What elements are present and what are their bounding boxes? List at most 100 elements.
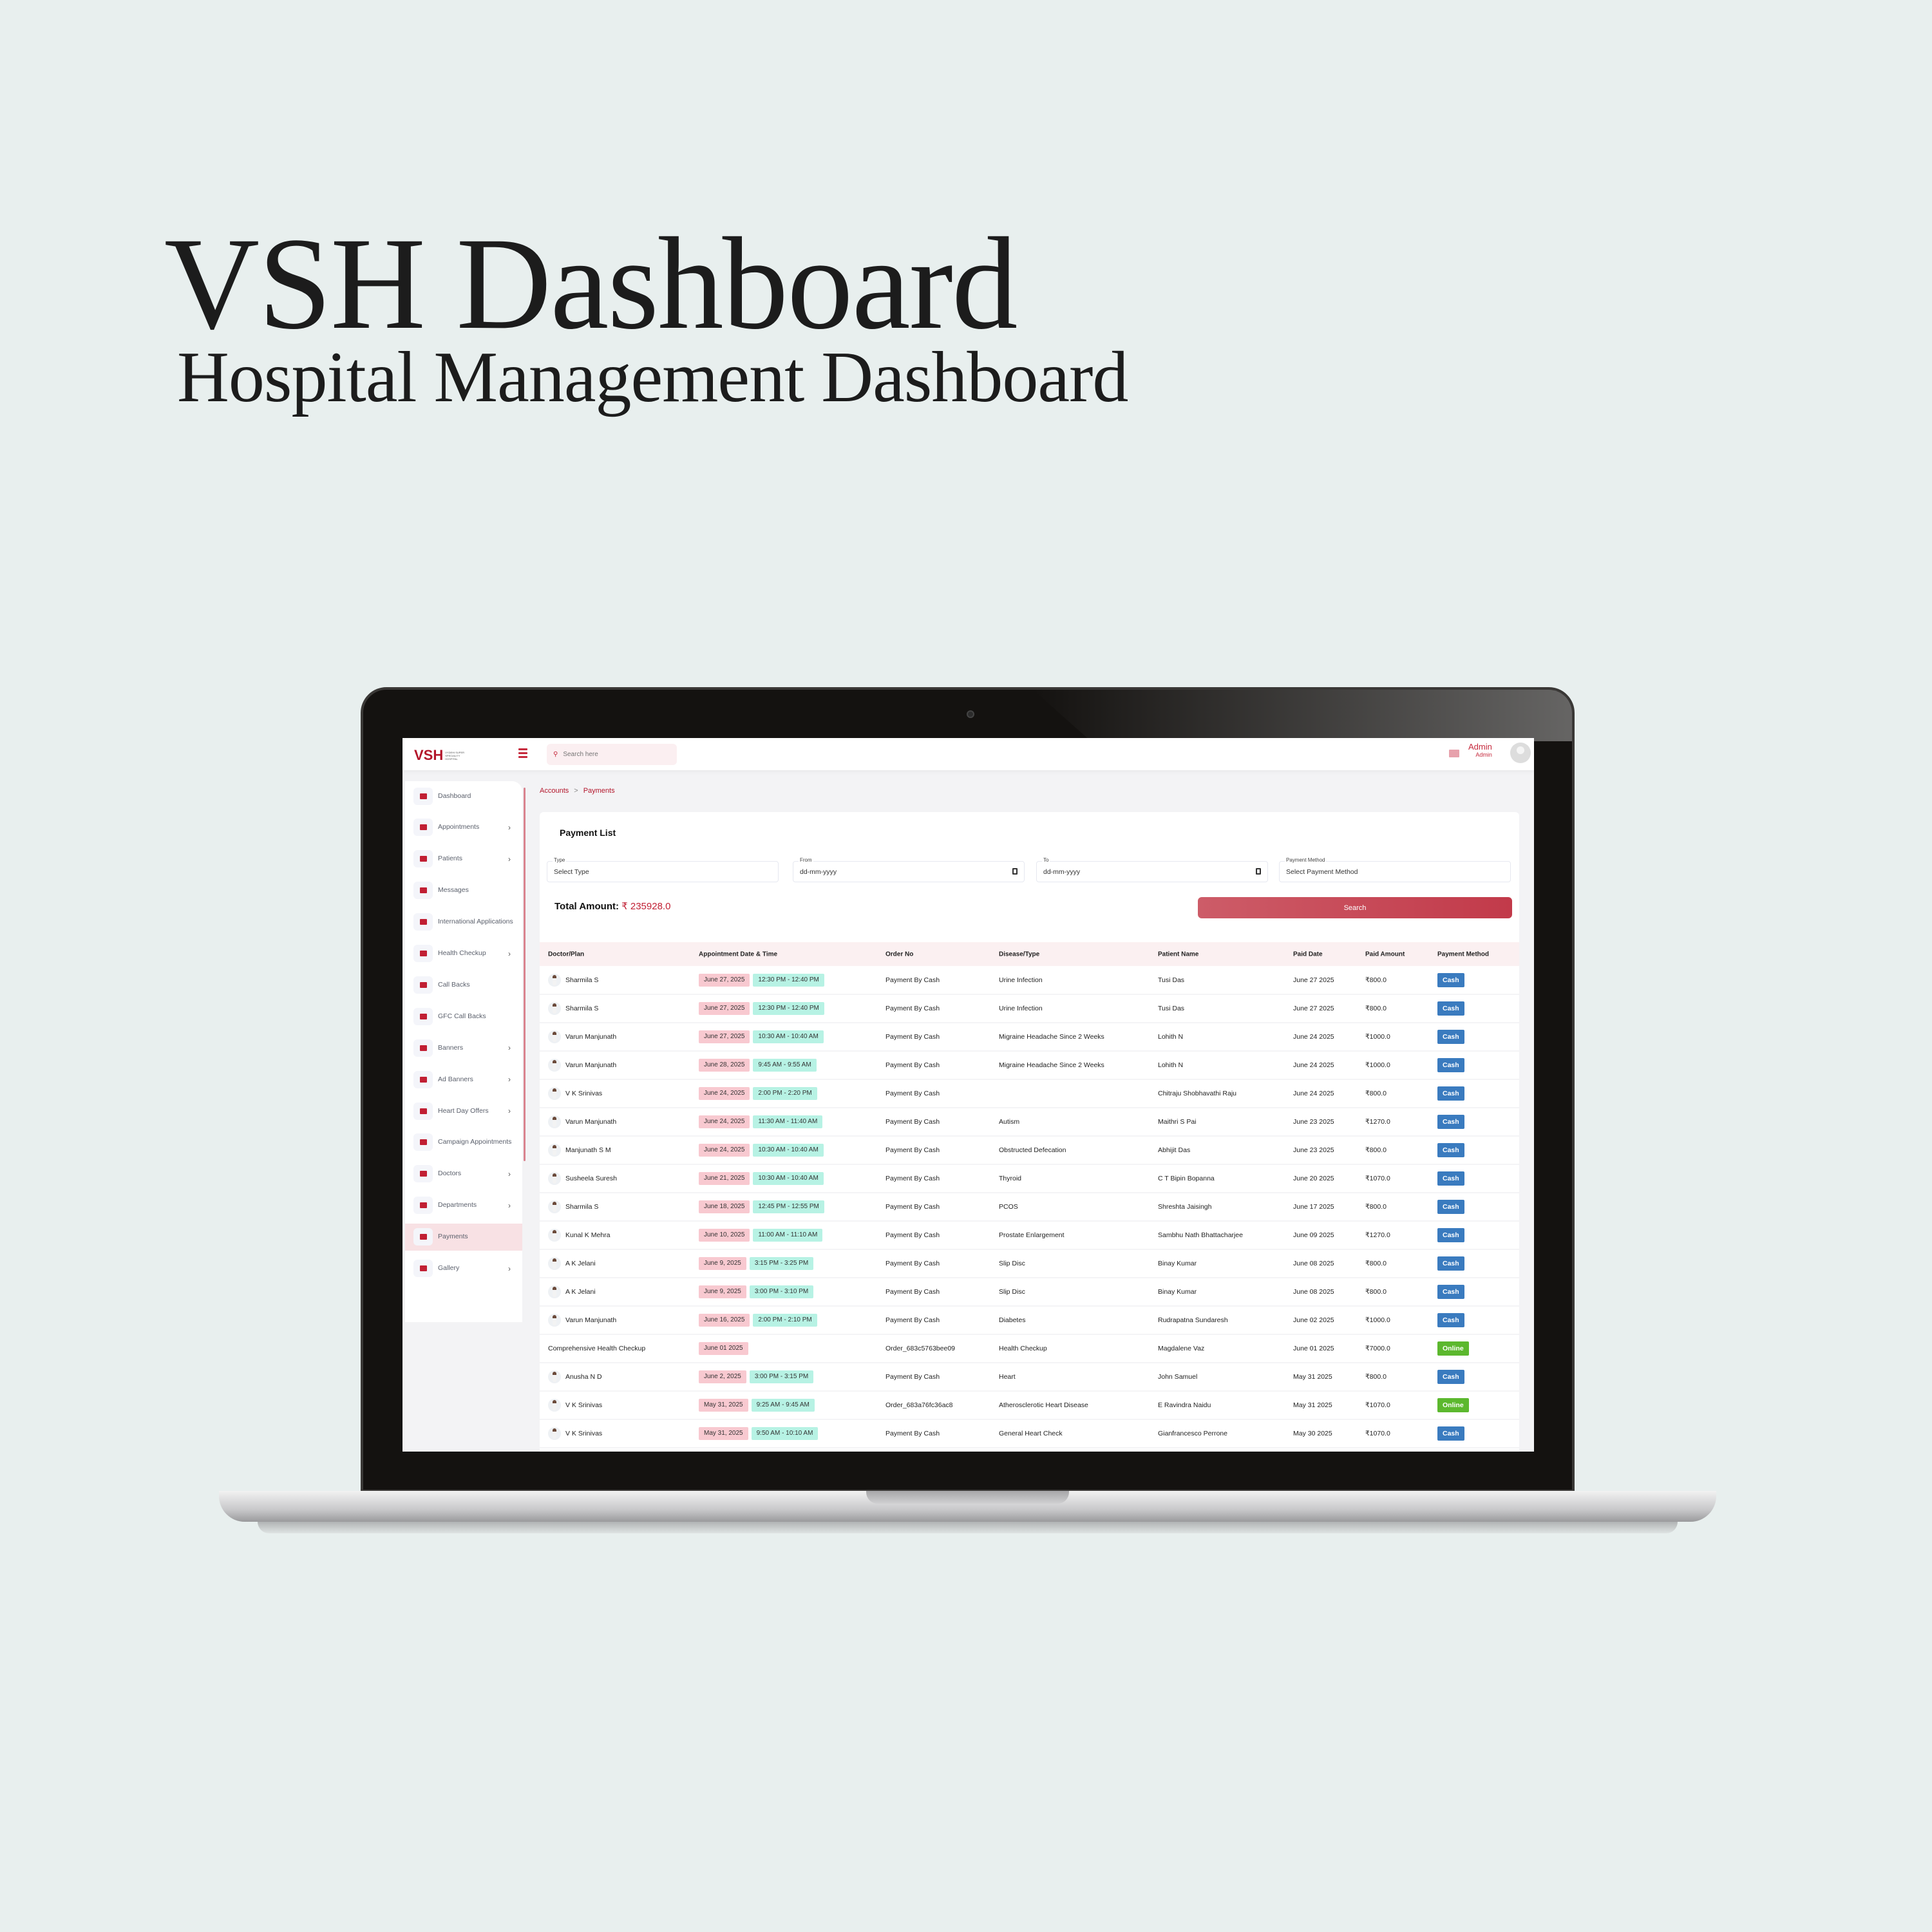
chevron-right-icon[interactable]: › [508, 1043, 511, 1052]
table-row[interactable]: Sharmila S Payment By Cash Urine Infection… [540, 967, 1519, 995]
app-screen: VSH VYDEHI SUPER SPECIALITY HOSPITAL ⚲ A… [402, 738, 1534, 1452]
paid-amount-cell: ₹800.0 [1365, 1005, 1387, 1012]
sidebar-item-campaign-appointments[interactable]: Campaign Appointments [405, 1129, 522, 1156]
sidebar-item-payments[interactable]: Payments [405, 1223, 522, 1251]
order-no-cell: Payment By Cash [886, 1430, 940, 1437]
doctor-cell: Comprehensive Health Checkup [548, 1345, 645, 1352]
table-row[interactable]: Sharmila S Payment By Cash PCOS Shreshta Ja… [540, 1193, 1519, 1222]
doctor-cell: Sharmila S [548, 1200, 598, 1213]
sidebar-item-banners[interactable]: Banners › [405, 1034, 522, 1061]
sidebar-item-doctors[interactable]: Doctors › [405, 1160, 522, 1188]
sidebar-item-label: Patients [438, 855, 462, 863]
payment-method-badge: Cash [1437, 1426, 1464, 1441]
sidebar-item-gallery[interactable]: Gallery › [405, 1255, 522, 1282]
sidebar-item-appointments[interactable]: Appointments › [405, 814, 522, 841]
sidebar-item-international-applications[interactable]: International Applications [405, 909, 522, 936]
chevron-right-icon[interactable]: › [508, 1106, 511, 1115]
type-value: Select Type [554, 868, 589, 876]
paid-amount-cell: ₹7000.0 [1365, 1345, 1390, 1352]
chevron-right-icon[interactable]: › [508, 823, 511, 832]
logo[interactable]: VSH VYDEHI SUPER SPECIALITY HOSPITAL [414, 747, 467, 764]
menu-toggle-icon[interactable] [518, 748, 527, 758]
chevron-right-icon[interactable]: › [508, 949, 511, 958]
type-select[interactable]: Type Select Type [547, 857, 779, 882]
chevron-right-icon[interactable]: › [508, 1264, 511, 1273]
paid-date-cell: June 27 2025 [1293, 1005, 1334, 1012]
table-row[interactable]: Manjunath S M Payment By Cash Obstructed D… [540, 1137, 1519, 1165]
table-row[interactable]: Kunal K Mehra Payment By Cash Prostate Enl… [540, 1222, 1519, 1250]
table-row[interactable]: Anusha N D Payment By Cash Heart John Samue… [540, 1363, 1519, 1392]
sidebar-item-heart-day-offers[interactable]: Heart Day Offers › [405, 1097, 522, 1124]
disease-cell-text: Heart [999, 1373, 1016, 1381]
mail-icon[interactable] [1449, 750, 1459, 757]
table-row[interactable]: Sharmila S Payment By Cash Urine Infection… [540, 995, 1519, 1023]
calendar-icon[interactable] [1012, 868, 1018, 875]
table-row[interactable]: Varun Manjunath Payment By Cash Migraine H… [540, 1052, 1519, 1080]
table-row[interactable]: V K Srinivas Payment By Cash General Heart… [540, 1420, 1519, 1448]
payment-method-cell: Cash [1437, 1200, 1464, 1214]
chevron-right-icon[interactable]: › [508, 855, 511, 864]
doctor-avatar [548, 1399, 561, 1412]
disease-cell-text: PCOS [999, 1203, 1018, 1211]
breadcrumb-accounts[interactable]: Accounts [540, 787, 569, 795]
table-row[interactable]: A K Jelani Payment By Cash Slip Disc Binay … [540, 1278, 1519, 1307]
disease-cell-text: Atherosclerotic Heart Disease [999, 1401, 1088, 1409]
doctor-cell-text: Sharmila S [565, 976, 599, 984]
time-pill: 3:00 PM - 3:15 PM [749, 1370, 814, 1383]
total-amount: Total Amount: ₹ 235928.0 [554, 900, 670, 912]
table-row[interactable]: V K Srinivas Order_683a76fc36ac8 Atheroscl… [540, 1392, 1519, 1420]
to-label: To [1042, 857, 1050, 863]
paid-date-cell-text: June 27 2025 [1293, 1005, 1334, 1012]
search-box[interactable]: ⚲ [547, 744, 677, 765]
paid-amount-cell: ₹800.0 [1365, 1203, 1387, 1211]
sidebar-item-dashboard[interactable]: Dashboard [405, 782, 522, 810]
date-pill: May 31, 2025 [699, 1399, 748, 1412]
ad-banners-icon [413, 1070, 433, 1088]
sidebar-scrollbar[interactable] [524, 788, 526, 1161]
to-date-field[interactable]: To dd-mm-yyyy [1036, 857, 1268, 882]
search-button[interactable]: Search [1198, 897, 1512, 918]
disease-cell: Prostate Enlargement [999, 1231, 1065, 1239]
doctor-cell: Anusha N D [548, 1370, 602, 1383]
table-row[interactable]: Susheela Suresh Payment By Cash Thyroid C T… [540, 1165, 1519, 1193]
sidebar-item-health-checkup[interactable]: Health Checkup › [405, 940, 522, 967]
sidebar-item-call-backs[interactable]: Call Backs [405, 971, 522, 998]
paid-amount-cell-text: ₹800.0 [1365, 1288, 1387, 1296]
payment-method-cell: Cash [1437, 1001, 1464, 1016]
table-row[interactable]: A K Jelani Payment By Cash Slip Disc Binay … [540, 1250, 1519, 1278]
date-pill: June 27, 2025 [699, 1030, 750, 1043]
search-input[interactable] [563, 751, 660, 758]
sidebar-item-gfc-call-backs[interactable]: GFC Call Backs [405, 1003, 522, 1030]
sidebar-item-patients[interactable]: Patients › [405, 846, 522, 873]
appointment-cell: May 31, 2025 9:50 AM - 10:10 AM [699, 1427, 819, 1440]
doctor-avatar [548, 1229, 561, 1242]
time-pill: 10:30 AM - 10:40 AM [753, 1144, 824, 1157]
appointment-cell: June 27, 2025 12:30 PM - 12:40 PM [699, 974, 824, 987]
calendar-icon[interactable] [1256, 868, 1261, 875]
payment-method-select[interactable]: Payment Method Select Payment Method [1279, 857, 1511, 882]
sidebar-item-label: Payments [438, 1233, 468, 1241]
avatar[interactable] [1510, 743, 1531, 763]
table-row[interactable]: V K Srinivas Payment By Cash Chitraju Shob… [540, 1080, 1519, 1108]
table-row[interactable]: Varun Manjunath Payment By Cash Diabetes Ru… [540, 1307, 1519, 1335]
appointment-cell: June 27, 2025 12:30 PM - 12:40 PM [699, 1002, 824, 1015]
sidebar-item-ad-banners[interactable]: Ad Banners › [405, 1066, 522, 1093]
chevron-right-icon[interactable]: › [508, 1170, 511, 1179]
paid-date-cell: June 02 2025 [1293, 1316, 1334, 1324]
patient-name-cell: Tusi Das [1158, 1005, 1184, 1012]
sidebar-item-departments[interactable]: Departments › [405, 1192, 522, 1219]
payment-method-cell: Cash [1437, 1171, 1464, 1186]
sidebar-item-messages[interactable]: Messages [405, 877, 522, 904]
user-menu[interactable]: Admin Admin [1468, 742, 1492, 758]
chevron-right-icon[interactable]: › [508, 1201, 511, 1210]
column-header: Paid Date [1293, 951, 1323, 958]
table-row[interactable]: Varun Manjunath Payment By Cash Migraine H… [540, 1023, 1519, 1052]
patient-name-cell-text: Tusi Das [1158, 1005, 1185, 1012]
doctor-cell: V K Srinivas [548, 1087, 602, 1100]
table-row[interactable]: Varun Manjunath Payment By Cash Autism Mait… [540, 1108, 1519, 1137]
from-date-field[interactable]: From dd-mm-yyyy [793, 857, 1025, 882]
paid-amount-cell-text: ₹1070.0 [1365, 1175, 1390, 1182]
table-row[interactable]: Comprehensive Health Checkup Order_683c57… [540, 1335, 1519, 1363]
patient-name-cell: Magdalene Vaz [1158, 1345, 1204, 1352]
chevron-right-icon[interactable]: › [508, 1075, 511, 1084]
